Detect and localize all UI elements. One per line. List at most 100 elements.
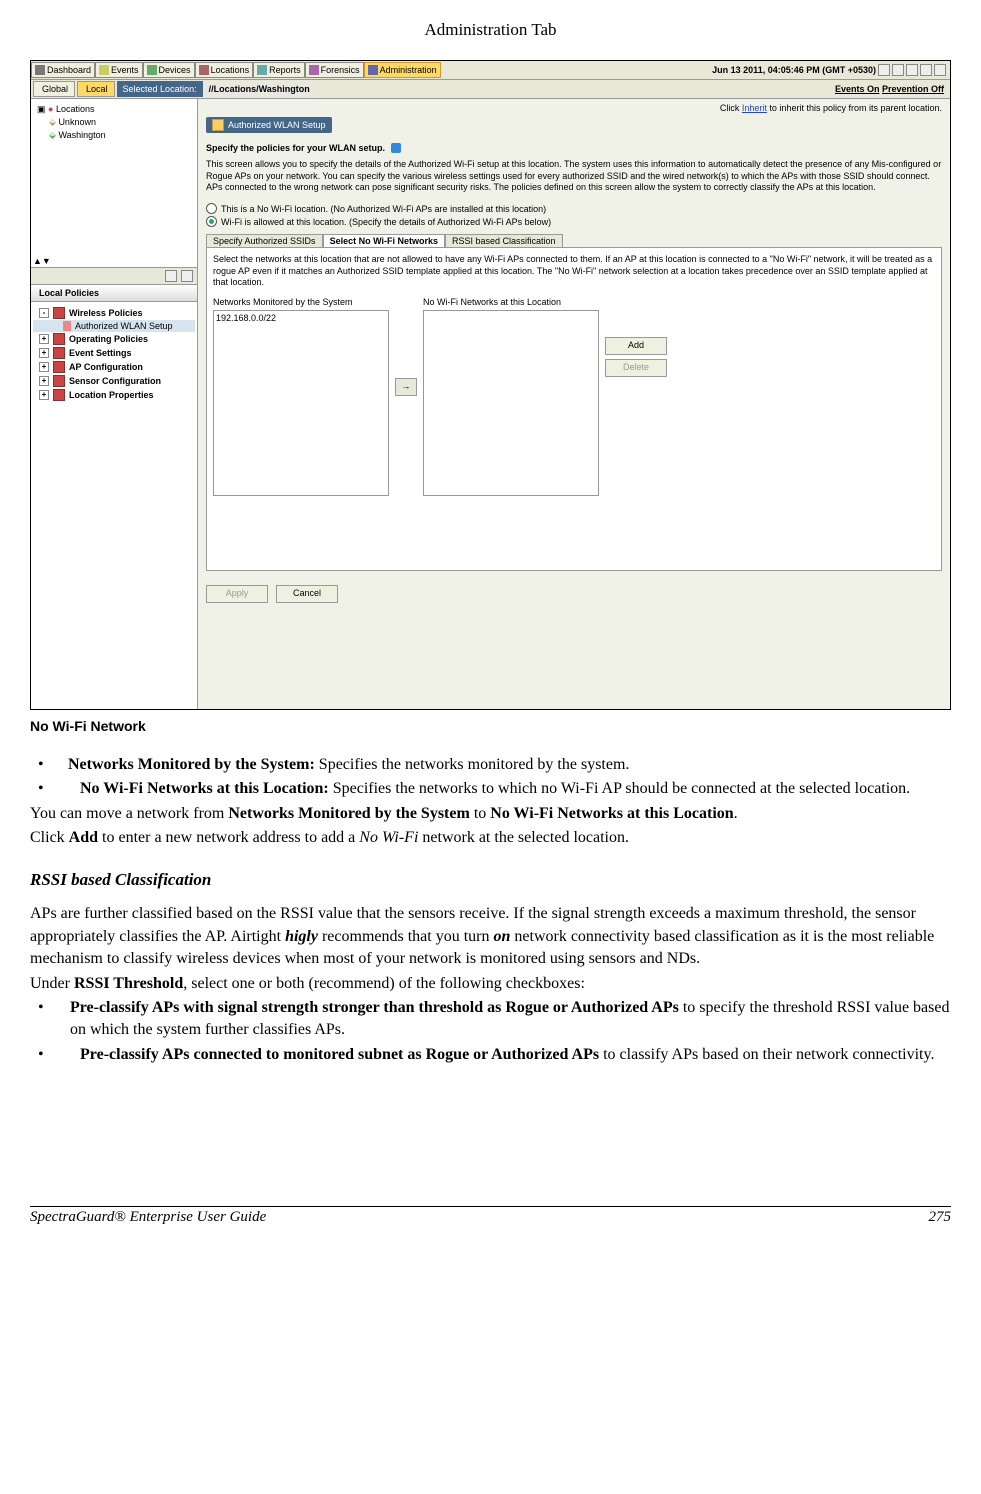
toolbar-icon-1[interactable] [165,270,177,282]
policy-folder-icon [53,347,65,359]
scope-bar: Global Local Selected Location: //Locati… [31,80,950,99]
radio-no-wifi[interactable]: This is a No Wi-Fi location. (No Authori… [206,202,942,215]
panel-title: Authorized WLAN Setup [228,120,326,130]
radio-no-wifi-label: This is a No Wi-Fi location. (No Authori… [221,204,546,214]
policy-authorized-wlan[interactable]: Authorized WLAN Setup [33,320,195,332]
scope-local[interactable]: Local [77,81,115,97]
document-body: •Networks Monitored by the System: Speci… [30,754,951,1066]
status-icon-5[interactable] [934,64,946,76]
collapse-icon[interactable]: - [39,308,49,318]
tab-locations[interactable]: Locations [195,62,254,78]
tree-splitter-handle[interactable]: ▲▼ [33,256,51,266]
add-button[interactable]: Add [605,337,667,355]
local-policies-tab[interactable]: Local Policies [31,285,197,302]
policies-tree: -Wireless Policies Authorized WLAN Setup… [31,302,197,710]
tab-events[interactable]: Events [95,62,143,78]
footer-product: SpectraGuard® Enterprise User Guide [30,1209,266,1226]
timestamp-text: Jun 13 2011, 04:05:46 PM (GMT +0530) [712,65,876,75]
subheading-rssi: RSSI based Classification [30,868,951,892]
delete-button[interactable]: Delete [605,359,667,377]
move-right-button[interactable]: → [395,378,417,396]
apply-button[interactable]: Apply [206,585,268,603]
status-icon-3[interactable] [906,64,918,76]
local-policies-label: Local Policies [39,288,99,298]
policy-folder-icon [53,361,65,373]
policy-sensor-config[interactable]: +Sensor Configuration [33,374,195,388]
policies-toolbar [31,268,197,285]
policy-location-props[interactable]: +Location Properties [33,388,195,402]
scope-local-label: Local [86,82,108,96]
tab-authorized-ssids[interactable]: Specify Authorized SSIDs [206,234,323,247]
policy-intro: Specify the policies for your WLAN setup… [206,143,942,153]
para-rssi-desc: APs are further classified based on the … [30,903,951,970]
prevention-off-link[interactable]: Prevention Off [882,84,944,94]
tab-events-label: Events [111,63,139,77]
tab-dashboard[interactable]: Dashboard [31,62,95,78]
para-add: Click Add to enter a new network address… [30,827,951,849]
no-wifi-networks-label: No Wi-Fi Networks at this Location [423,297,599,307]
figure-caption: No Wi-Fi Network [30,718,951,734]
expand-icon[interactable]: + [39,334,49,344]
expand-icon[interactable]: + [39,376,49,386]
timestamp: Jun 13 2011, 04:05:46 PM (GMT +0530) [712,64,950,76]
tab-rssi-classification[interactable]: RSSI based Classification [445,234,563,247]
inner-panel-description: Select the networks at this location tha… [213,254,935,289]
status-icon-2[interactable] [892,64,904,76]
tab-no-wifi-networks[interactable]: Select No Wi-Fi Networks [323,234,445,247]
bullet-4-text: to classify APs based on their network c… [599,1046,934,1063]
tab-reports[interactable]: Reports [253,62,305,78]
radio-icon[interactable] [206,203,217,214]
tab-forensics[interactable]: Forensics [305,62,364,78]
locations-icon [199,65,209,75]
para-move: You can move a network from Networks Mon… [30,803,951,825]
info-icon[interactable] [391,143,401,153]
admin-icon [368,65,378,75]
events-on-link[interactable]: Events On [835,84,880,94]
no-wifi-networks-list[interactable] [423,310,599,496]
scope-global[interactable]: Global [33,81,75,97]
policy-ap-config[interactable]: +AP Configuration [33,360,195,374]
expand-icon[interactable]: + [39,390,49,400]
radio-wifi-allowed-label: Wi-Fi is allowed at this location. (Spec… [221,217,551,227]
inner-panel: Select the networks at this location tha… [206,248,942,571]
tree-unknown[interactable]: ⬙ Unknown [35,116,193,129]
para-rssi-threshold: Under RSSI Threshold, select one or both… [30,973,951,995]
list-item[interactable]: 192.168.0.0/22 [216,313,386,323]
page-footer: SpectraGuard® Enterprise User Guide 275 [30,1207,951,1226]
tab-dashboard-label: Dashboard [47,63,91,77]
radio-icon-checked[interactable] [206,216,217,227]
tree-washington[interactable]: ⬙ Washington [35,129,193,142]
inherit-line: Click Inherit to inherit this policy fro… [206,103,942,117]
monitored-networks-label: Networks Monitored by the System [213,297,389,307]
panel-description: This screen allows you to specify the de… [206,159,942,194]
bullet-2-strong: No Wi-Fi Networks at this Location: [80,780,329,797]
status-icon-4[interactable] [920,64,932,76]
policy-wireless[interactable]: -Wireless Policies [33,306,195,320]
bullet-4-strong: Pre-classify APs connected to monitored … [80,1046,599,1063]
tree-locations[interactable]: ▣ ● Locations [35,103,193,116]
tab-devices-label: Devices [159,63,191,77]
forensics-icon [309,65,319,75]
footer-page-number: 275 [929,1209,952,1226]
tab-locations-label: Locations [211,63,250,77]
dashboard-icon [35,65,45,75]
policy-event-settings[interactable]: +Event Settings [33,346,195,360]
page-header: Administration Tab [30,20,951,40]
cancel-button[interactable]: Cancel [276,585,338,603]
status-icon-1[interactable] [878,64,890,76]
expand-icon[interactable]: + [39,362,49,372]
policy-folder-icon [53,307,65,319]
content-panel: Click Inherit to inherit this policy fro… [198,99,950,710]
policy-operating[interactable]: +Operating Policies [33,332,195,346]
tab-devices[interactable]: Devices [143,62,195,78]
tab-administration[interactable]: Administration [364,62,441,78]
expand-icon[interactable]: + [39,348,49,358]
lock-icon [212,119,224,131]
toolbar-icon-2[interactable] [181,270,193,282]
bullet-icon: • [30,778,80,800]
radio-wifi-allowed[interactable]: Wi-Fi is allowed at this location. (Spec… [206,215,942,228]
bullet-3-strong: Pre-classify APs with signal strength st… [70,999,679,1016]
bullet-icon: • [30,997,70,1042]
inherit-link[interactable]: Inherit [742,103,767,113]
monitored-networks-list[interactable]: 192.168.0.0/22 [213,310,389,496]
